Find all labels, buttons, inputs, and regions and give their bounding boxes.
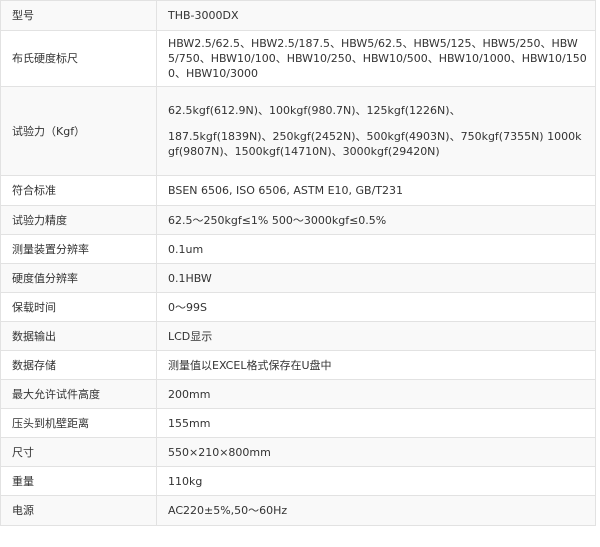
row-label: 数据输出 [0, 321, 157, 351]
table-row: 最大允许试件高度 200mm [0, 379, 596, 409]
spec-table: 型号 THB-3000DX 布氏硬度标尺 HBW2.5/62.5、HBW2.5/… [0, 0, 596, 526]
row-value: 550×210×800mm [156, 437, 596, 467]
row-label: 重量 [0, 466, 157, 496]
row-label: 试验力精度 [0, 205, 157, 235]
table-row: 重量 110kg [0, 466, 596, 496]
table-row: 型号 THB-3000DX [0, 0, 596, 31]
row-value: 62.5kgf(612.9N)、100kgf(980.7N)、125kgf(12… [156, 86, 596, 176]
row-value: 62.5～250kgf≤1% 500～3000kgf≤0.5% [156, 205, 596, 235]
row-value-line: 62.5kgf(612.9N)、100kgf(980.7N)、125kgf(12… [168, 104, 461, 117]
row-value: 155mm [156, 408, 596, 438]
row-label: 电源 [0, 495, 157, 526]
table-row: 测量装置分辨率 0.1um [0, 234, 596, 264]
row-label: 最大允许试件高度 [0, 379, 157, 409]
row-label: 硬度值分辨率 [0, 263, 157, 293]
row-value: 0.1um [156, 234, 596, 264]
row-value: 0.1HBW [156, 263, 596, 293]
row-label: 测量装置分辨率 [0, 234, 157, 264]
row-label: 压头到机壁距离 [0, 408, 157, 438]
row-label: 尺寸 [0, 437, 157, 467]
table-row: 保载时间 0～99S [0, 292, 596, 322]
table-row: 试验力（Kgf） 62.5kgf(612.9N)、100kgf(980.7N)、… [0, 86, 596, 176]
row-value: BSEN 6506, ISO 6506, ASTM E10, GB/T231 [156, 175, 596, 206]
table-row: 数据存储 测量值以EXCEL格式保存在U盘中 [0, 350, 596, 380]
row-value-line: 187.5kgf(1839N)、250kgf(2452N)、500kgf(490… [168, 130, 582, 158]
row-value: 110kg [156, 466, 596, 496]
table-row: 尺寸 550×210×800mm [0, 437, 596, 467]
row-label: 布氏硬度标尺 [0, 30, 157, 87]
row-label: 型号 [0, 0, 157, 31]
row-label: 试验力（Kgf） [0, 86, 157, 176]
table-row: 符合标准 BSEN 6506, ISO 6506, ASTM E10, GB/T… [0, 175, 596, 206]
row-value: 测量值以EXCEL格式保存在U盘中 [156, 350, 596, 380]
row-value: THB-3000DX [156, 0, 596, 31]
row-value: AC220±5%,50～60Hz [156, 495, 596, 526]
table-row: 硬度值分辨率 0.1HBW [0, 263, 596, 293]
table-row: 压头到机壁距离 155mm [0, 408, 596, 438]
row-label: 符合标准 [0, 175, 157, 206]
row-value: 200mm [156, 379, 596, 409]
row-value: LCD显示 [156, 321, 596, 351]
table-row: 电源 AC220±5%,50～60Hz [0, 495, 596, 526]
table-row: 数据输出 LCD显示 [0, 321, 596, 351]
row-value: HBW2.5/62.5、HBW2.5/187.5、HBW5/62.5、HBW5/… [156, 30, 596, 87]
row-value: 0～99S [156, 292, 596, 322]
table-row: 布氏硬度标尺 HBW2.5/62.5、HBW2.5/187.5、HBW5/62.… [0, 30, 596, 87]
row-label: 数据存储 [0, 350, 157, 380]
table-row: 试验力精度 62.5～250kgf≤1% 500～3000kgf≤0.5% [0, 205, 596, 235]
row-label: 保载时间 [0, 292, 157, 322]
